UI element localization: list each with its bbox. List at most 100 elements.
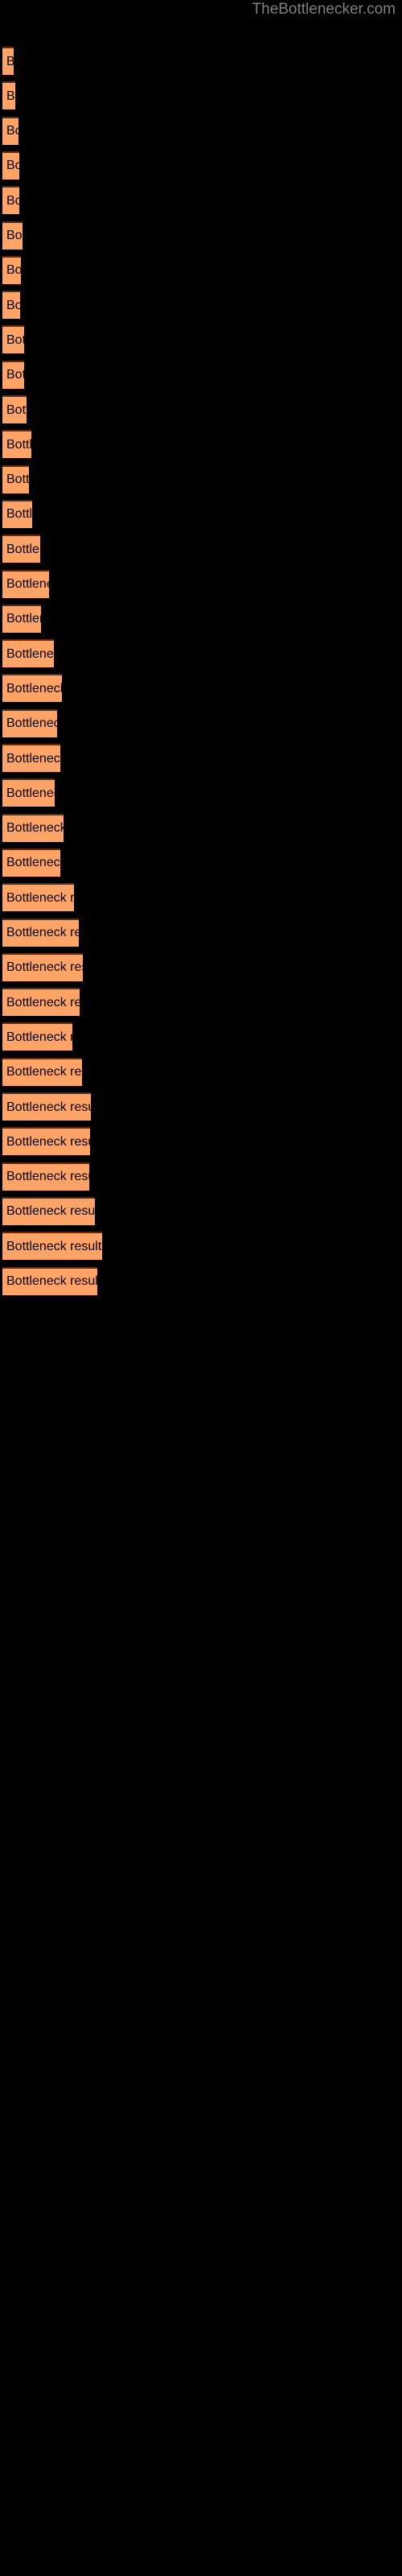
bar-row: Bottleneck result [0, 947, 402, 982]
bar-label: Bottleneck result [6, 681, 62, 696]
bar-label: Bottleneck result [6, 542, 40, 556]
bar[interactable]: Bottleneck result [2, 1232, 102, 1261]
bar-row: Bottleneck result [0, 529, 402, 564]
bar[interactable]: Bottleneck result [2, 1022, 72, 1051]
bar[interactable]: Bottleneck result [2, 360, 24, 389]
bar-label: Bottleneck result [6, 646, 54, 661]
bar-row: Bottleneck result [0, 1017, 402, 1051]
bar-row: Bottleneck result [0, 982, 402, 1017]
bar[interactable]: Bottleneck result [2, 604, 41, 633]
bar-label: Bottleneck result [6, 1030, 72, 1044]
bar[interactable]: Bottleneck result [2, 221, 23, 250]
bar-row: Bottleneck result [0, 668, 402, 703]
bar-label: Bottleneck result [6, 1170, 89, 1184]
bar-label: Bottleneck result [6, 159, 19, 173]
bar-list: Bottleneck result Bottleneck result Bottle… [0, 41, 402, 2573]
bar[interactable]: Bottleneck result [2, 325, 24, 354]
bar[interactable]: Bottleneck result [2, 186, 19, 215]
bar[interactable]: Bottleneck result [2, 1092, 91, 1121]
bar[interactable]: Bottleneck result [2, 1057, 82, 1086]
bar-label: Bottleneck result [6, 368, 24, 382]
bar[interactable]: Bottleneck result [2, 639, 54, 668]
bar[interactable]: Bottleneck result [2, 708, 57, 737]
bar-row: Bottleneck result [0, 41, 402, 76]
bar-label: Bottleneck result [6, 263, 21, 278]
bar-label: Bottleneck result [6, 716, 57, 731]
bar-row: Bottleneck result [0, 1121, 402, 1156]
bar[interactable]: Bottleneck result [2, 151, 19, 180]
bar-row: Bottleneck result [0, 843, 402, 877]
bar[interactable]: Bottleneck result [2, 1127, 90, 1156]
bar-row: Bottleneck result [0, 355, 402, 390]
bar-label: Bottleneck result [6, 437, 31, 452]
bar-row: Bottleneck result [0, 250, 402, 285]
bar-label: Bottleneck result [6, 612, 41, 626]
bar[interactable]: Bottleneck result [2, 47, 14, 75]
bar[interactable]: Bottleneck result [2, 535, 40, 564]
bar-label: Bottleneck result [6, 926, 79, 939]
bar-label: Bottleneck result [6, 1274, 97, 1288]
bar[interactable]: Bottleneck result [2, 813, 64, 842]
bar-row: Bottleneck result [0, 1261, 402, 1296]
bar[interactable]: Bottleneck result [2, 499, 32, 528]
bar-label: Bottleneck result [6, 89, 15, 103]
bar[interactable]: Bottleneck result [2, 395, 27, 423]
bottleneck-chart: TheBottlenecker.com Bottleneck resultBot… [0, 0, 402, 2576]
bar-label: Bottleneck result [6, 577, 49, 591]
bar-row: Bottleneck result [0, 1052, 402, 1087]
bar[interactable]: Bottleneck result [2, 744, 60, 772]
bar-label: Bottleneck result [6, 1239, 102, 1253]
bar-row: Bottleneck result [0, 877, 402, 912]
bar-row: Bottleneck result [0, 1226, 402, 1261]
bar-label: Bottleneck result [6, 402, 27, 417]
bar[interactable]: Bottleneck result [2, 778, 55, 807]
bar-label: Bottleneck result [6, 1100, 91, 1114]
bar[interactable]: Bottleneck result [2, 464, 29, 493]
bar-row: Bottleneck result [0, 320, 402, 354]
bar-row: Bottleneck result [0, 390, 402, 424]
bar-row: Bottleneck result [0, 111, 402, 146]
bar[interactable]: Bottleneck result [2, 1266, 97, 1295]
bar-row: Bottleneck result [0, 913, 402, 947]
bar[interactable]: Bottleneck result [2, 1162, 89, 1191]
bar-label: Bottleneck result [6, 1204, 95, 1219]
bar-label: Bottleneck result [6, 124, 18, 138]
site-watermark: TheBottlenecker.com [252, 1, 396, 18]
bar[interactable]: Bottleneck result [2, 430, 31, 459]
bar[interactable]: Bottleneck result [2, 988, 80, 1017]
bar-row: Bottleneck result [0, 180, 402, 215]
bar[interactable]: Bottleneck result [2, 848, 60, 877]
bar[interactable]: Bottleneck result [2, 81, 15, 110]
bar-row: Bottleneck result [0, 704, 402, 738]
bar[interactable]: Bottleneck result [2, 255, 21, 284]
bar-row: Bottleneck result [0, 494, 402, 529]
bar-label: Bottleneck result [6, 507, 32, 522]
bar-label: Bottleneck result [6, 1065, 82, 1080]
bar-label: Bottleneck result [6, 856, 60, 870]
bar[interactable]: Bottleneck result [2, 116, 18, 145]
bar-row: Bottleneck result [0, 460, 402, 494]
bar-row: Bottleneck result [0, 1087, 402, 1121]
bar-row: Bottleneck result [0, 738, 402, 773]
bar-label: Bottleneck result [6, 960, 83, 975]
bar-row: Bottleneck result [0, 808, 402, 843]
bar[interactable]: Bottleneck result [2, 291, 20, 320]
bar-row: Bottleneck result [0, 285, 402, 320]
bar[interactable]: Bottleneck result [2, 674, 62, 703]
bar-row: Bottleneck result [0, 146, 402, 180]
bar[interactable]: Bottleneck result [2, 883, 74, 912]
bar-label: Bottleneck result [6, 821, 64, 836]
bar-row: Bottleneck result [0, 1191, 402, 1226]
bar-label: Bottleneck result [6, 890, 74, 905]
bar[interactable]: Bottleneck result [2, 569, 49, 598]
bar-row: Bottleneck result [0, 634, 402, 668]
bar-label: Bottleneck result [6, 995, 80, 1009]
bar-label: Bottleneck result [6, 751, 60, 766]
bar[interactable]: Bottleneck result [2, 918, 79, 947]
bar-label: Bottleneck result [6, 229, 23, 242]
bar[interactable]: Bottleneck result [2, 952, 83, 981]
bar-row: Bottleneck result [0, 599, 402, 634]
bar-row: Bottleneck result [0, 424, 402, 459]
bar-row: Bottleneck result [0, 564, 402, 599]
bar[interactable]: Bottleneck result [2, 1196, 95, 1225]
